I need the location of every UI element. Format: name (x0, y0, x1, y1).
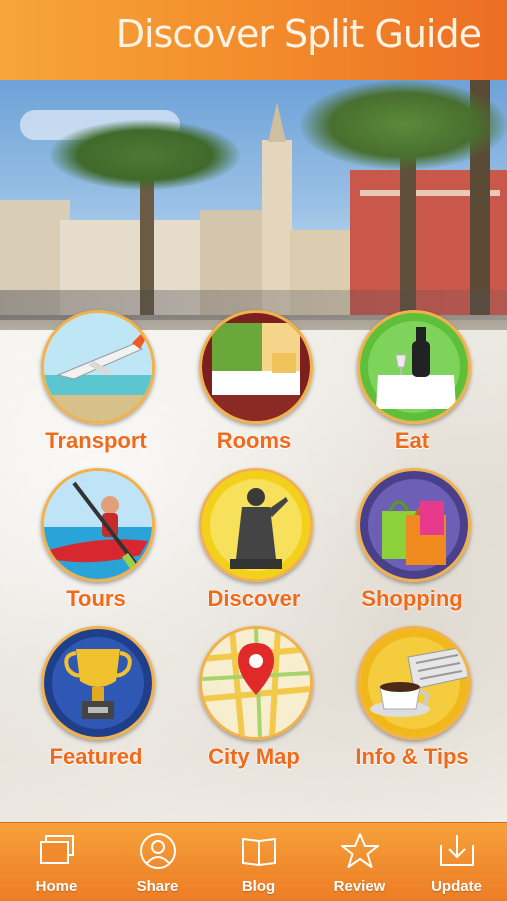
download-icon (440, 835, 474, 866)
menu-tile-label: Featured (49, 744, 143, 769)
tab-home[interactable]: Home (6, 823, 107, 901)
menu-tile-eat[interactable]: Eat (333, 310, 491, 460)
bottom-tab-bar: Home Share Blog Review Update (0, 822, 507, 901)
menu-tile-info-tips[interactable]: Info & Tips (333, 626, 491, 776)
menu-tile-label: Tours (66, 586, 126, 611)
share-icon (140, 833, 176, 869)
menu-tile-city-map[interactable]: City Map (175, 626, 333, 776)
book-icon (242, 837, 276, 867)
tab-label: Home (35, 878, 78, 895)
menu-tile-label: Shopping (361, 586, 463, 611)
menu-tile-transport[interactable]: Transport (17, 310, 175, 460)
menu-tile-rooms[interactable]: Rooms (175, 310, 333, 460)
menu-tile-label: Discover (207, 586, 301, 611)
tab-label: Review (333, 878, 386, 895)
menu-tile-label: Transport (45, 428, 147, 453)
star-icon (341, 833, 379, 868)
menu-tile-label: Info & Tips (355, 744, 469, 769)
statue-icon (199, 468, 313, 582)
wine-table-icon (357, 310, 471, 424)
menu-tile-label: Eat (394, 428, 430, 453)
hotel-room-icon (199, 310, 313, 424)
menu-tile-label: Rooms (216, 428, 292, 453)
shopping-bags-icon (357, 468, 471, 582)
trophy-icon (41, 626, 155, 740)
tab-blog[interactable]: Blog (208, 823, 309, 901)
menu-tile-discover[interactable]: Discover (175, 468, 333, 618)
tab-share[interactable]: Share (107, 823, 208, 901)
tab-update[interactable]: Update (406, 823, 507, 901)
map-pin-icon (199, 626, 313, 740)
menu-tile-featured[interactable]: Featured (17, 626, 175, 776)
coffee-newspaper-icon (357, 626, 471, 740)
airplane-icon (41, 310, 155, 424)
home-icon (40, 835, 74, 864)
kayak-icon (41, 468, 155, 582)
app-title: Discover Split Guide (115, 12, 482, 56)
tab-label: Share (136, 878, 179, 895)
tab-label: Update (431, 878, 482, 895)
menu-tile-shopping[interactable]: Shopping (333, 468, 491, 618)
menu-tile-tours[interactable]: Tours (17, 468, 175, 618)
tab-label: Blog (241, 878, 276, 895)
menu-tile-label: City Map (208, 744, 300, 769)
app-header: Discover Split Guide (0, 0, 507, 80)
tab-review[interactable]: Review (309, 823, 410, 901)
